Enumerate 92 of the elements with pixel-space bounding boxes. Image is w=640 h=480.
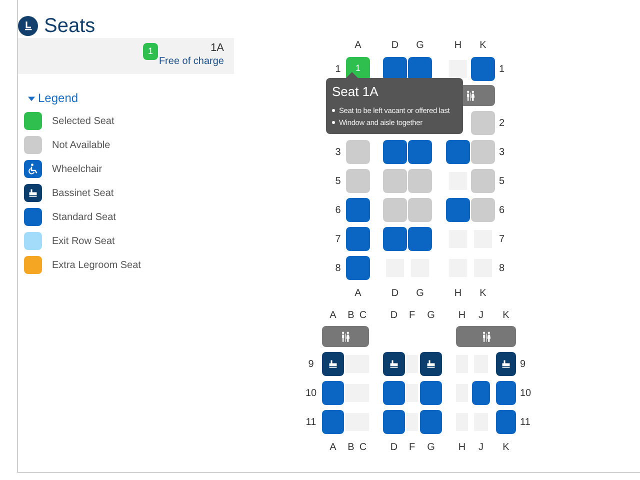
column-letter: F	[408, 440, 416, 454]
seat[interactable]	[496, 352, 516, 376]
seat[interactable]	[383, 352, 405, 376]
legend-swatch	[24, 112, 42, 130]
seat-placeholder	[406, 413, 418, 431]
bassinet-icon	[388, 358, 400, 370]
column-letter: F	[408, 308, 416, 322]
column-letter: A	[354, 286, 362, 300]
row-number: 1	[499, 62, 505, 76]
legend-swatch	[24, 136, 42, 154]
seat-placeholder	[406, 384, 418, 402]
column-letter: H	[457, 440, 467, 454]
caret-icon	[28, 94, 35, 102]
column-letter: G	[415, 38, 425, 52]
row-number: 6	[499, 204, 505, 218]
legend-toggle[interactable]: Legend	[28, 89, 78, 107]
legend-label: Not Available	[52, 138, 110, 152]
column-letter: B	[346, 308, 356, 322]
column-letter: D	[389, 440, 399, 454]
row-number: 5	[499, 174, 505, 188]
row-number: 11	[520, 416, 530, 430]
bassinet-icon	[327, 358, 339, 370]
legend-label: Extra Legroom Seat	[52, 258, 141, 272]
column-letter: A	[328, 440, 338, 454]
seat-icon	[18, 16, 38, 36]
bullet-icon	[332, 109, 335, 112]
legend-label: Selected Seat	[52, 114, 114, 128]
legend-label: Standard Seat	[52, 210, 116, 224]
column-letter: D	[389, 308, 399, 322]
column-letter: H	[453, 38, 463, 52]
column-letter: K	[478, 286, 488, 300]
seat[interactable]	[472, 381, 490, 405]
column-letter: A	[354, 38, 362, 52]
row-number: 8	[499, 262, 505, 276]
page-title: Seats	[44, 16, 96, 36]
seat-price: Free of charge	[158, 55, 224, 68]
row-number: 10	[304, 386, 318, 400]
tooltip-title: Seat 1A	[332, 84, 380, 100]
column-letter: G	[426, 440, 436, 454]
lavatory-icon	[480, 330, 492, 342]
seat[interactable]	[496, 410, 516, 434]
seat-placeholder	[345, 384, 357, 402]
seat-badge: 1	[143, 43, 158, 60]
column-letter: C	[358, 308, 368, 322]
column-letter: K	[502, 440, 510, 454]
seat[interactable]	[496, 381, 516, 405]
row-number: 8	[334, 262, 342, 276]
column-letter: C	[358, 440, 368, 454]
column-letter: K	[502, 308, 510, 322]
row-number: 3	[499, 146, 505, 160]
legend-label: Bassinet Seat	[52, 186, 114, 200]
row-number: 9	[520, 358, 526, 372]
seat-placeholder	[449, 60, 467, 78]
row-number: 11	[304, 416, 318, 430]
lavatory-icon	[340, 330, 351, 342]
column-letter: J	[478, 440, 484, 454]
row-number: 6	[334, 204, 342, 218]
row-number: 10	[520, 386, 532, 400]
column-letter: J	[478, 308, 484, 322]
column-letter: K	[478, 38, 488, 52]
row-number: 7	[499, 232, 505, 246]
row-number: 1	[334, 62, 342, 76]
legend-label: Wheelchair	[52, 162, 102, 176]
column-letter: D	[390, 286, 400, 300]
seat-placeholder	[406, 355, 418, 373]
bassinet-icon	[425, 358, 437, 370]
column-letter: B	[346, 440, 356, 454]
wheelchair-icon	[27, 163, 39, 175]
column-letter: A	[328, 308, 338, 322]
column-letter: H	[457, 308, 467, 322]
row-number: 7	[334, 232, 342, 246]
seat-placeholder	[345, 355, 357, 373]
legend-swatch	[24, 208, 42, 226]
column-letter: D	[390, 38, 400, 52]
row-number: 3	[334, 146, 342, 160]
legend-swatch	[24, 256, 42, 274]
row-number: 5	[334, 174, 342, 188]
seat[interactable]	[322, 352, 344, 376]
bullet-icon	[332, 121, 335, 124]
seat-number: 1A	[210, 42, 224, 55]
lavatory-icon	[465, 90, 476, 102]
bassinet-icon	[27, 187, 39, 199]
legend-label: Exit Row Seat	[52, 234, 115, 248]
seat[interactable]	[420, 352, 442, 376]
row-number: 2	[499, 116, 505, 130]
column-letter: H	[453, 286, 463, 300]
row-number: 9	[307, 358, 315, 372]
legend-swatch	[24, 232, 42, 250]
column-letter: G	[415, 286, 425, 300]
bassinet-icon	[500, 358, 512, 370]
column-letter: G	[426, 308, 436, 322]
seat-placeholder	[345, 413, 357, 431]
